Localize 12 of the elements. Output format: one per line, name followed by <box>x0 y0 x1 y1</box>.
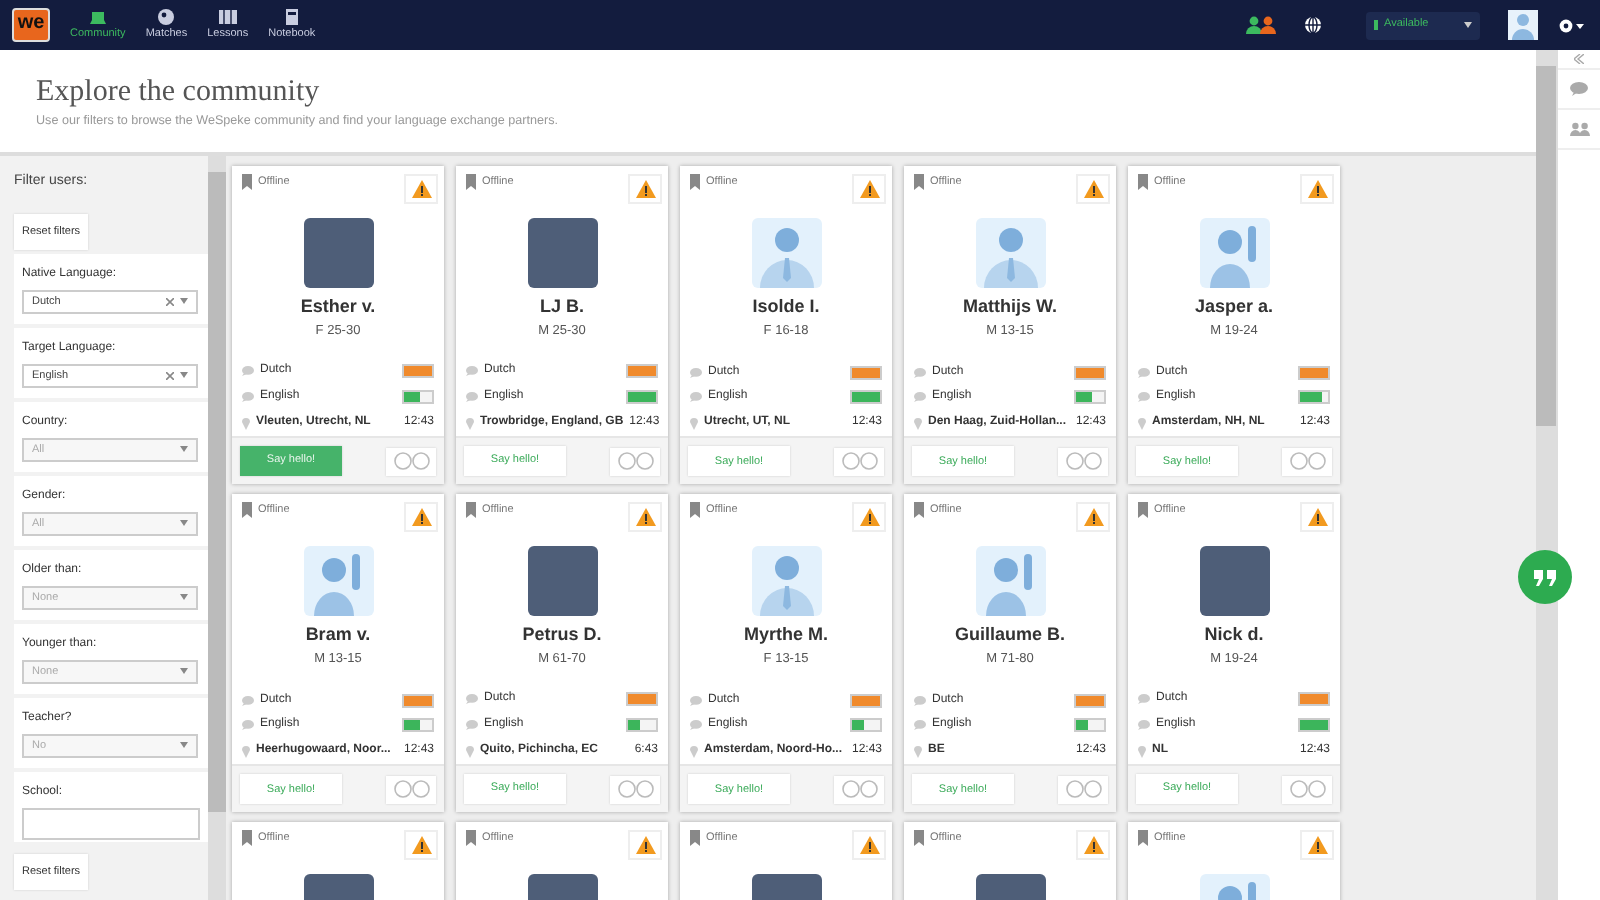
page-title: Explore the community <box>36 74 322 110</box>
user-name[interactable]: Nick d. <box>1128 623 1340 646</box>
user-name[interactable]: Petrus D. <box>456 623 668 646</box>
user-name[interactable]: Esther v. <box>232 295 444 318</box>
user-name[interactable]: Bram v. <box>232 623 444 646</box>
logo[interactable]: we <box>12 8 50 42</box>
user-name[interactable]: Myrthe M. <box>680 623 892 646</box>
user-name[interactable]: Isolde I. <box>680 295 892 318</box>
user-name[interactable]: Guillaume B. <box>904 623 1116 646</box>
user-name[interactable]: Matthijs W. <box>904 295 1116 318</box>
user-name[interactable]: LJ B. <box>456 295 668 318</box>
user-name[interactable]: Jasper a. <box>1128 295 1340 318</box>
